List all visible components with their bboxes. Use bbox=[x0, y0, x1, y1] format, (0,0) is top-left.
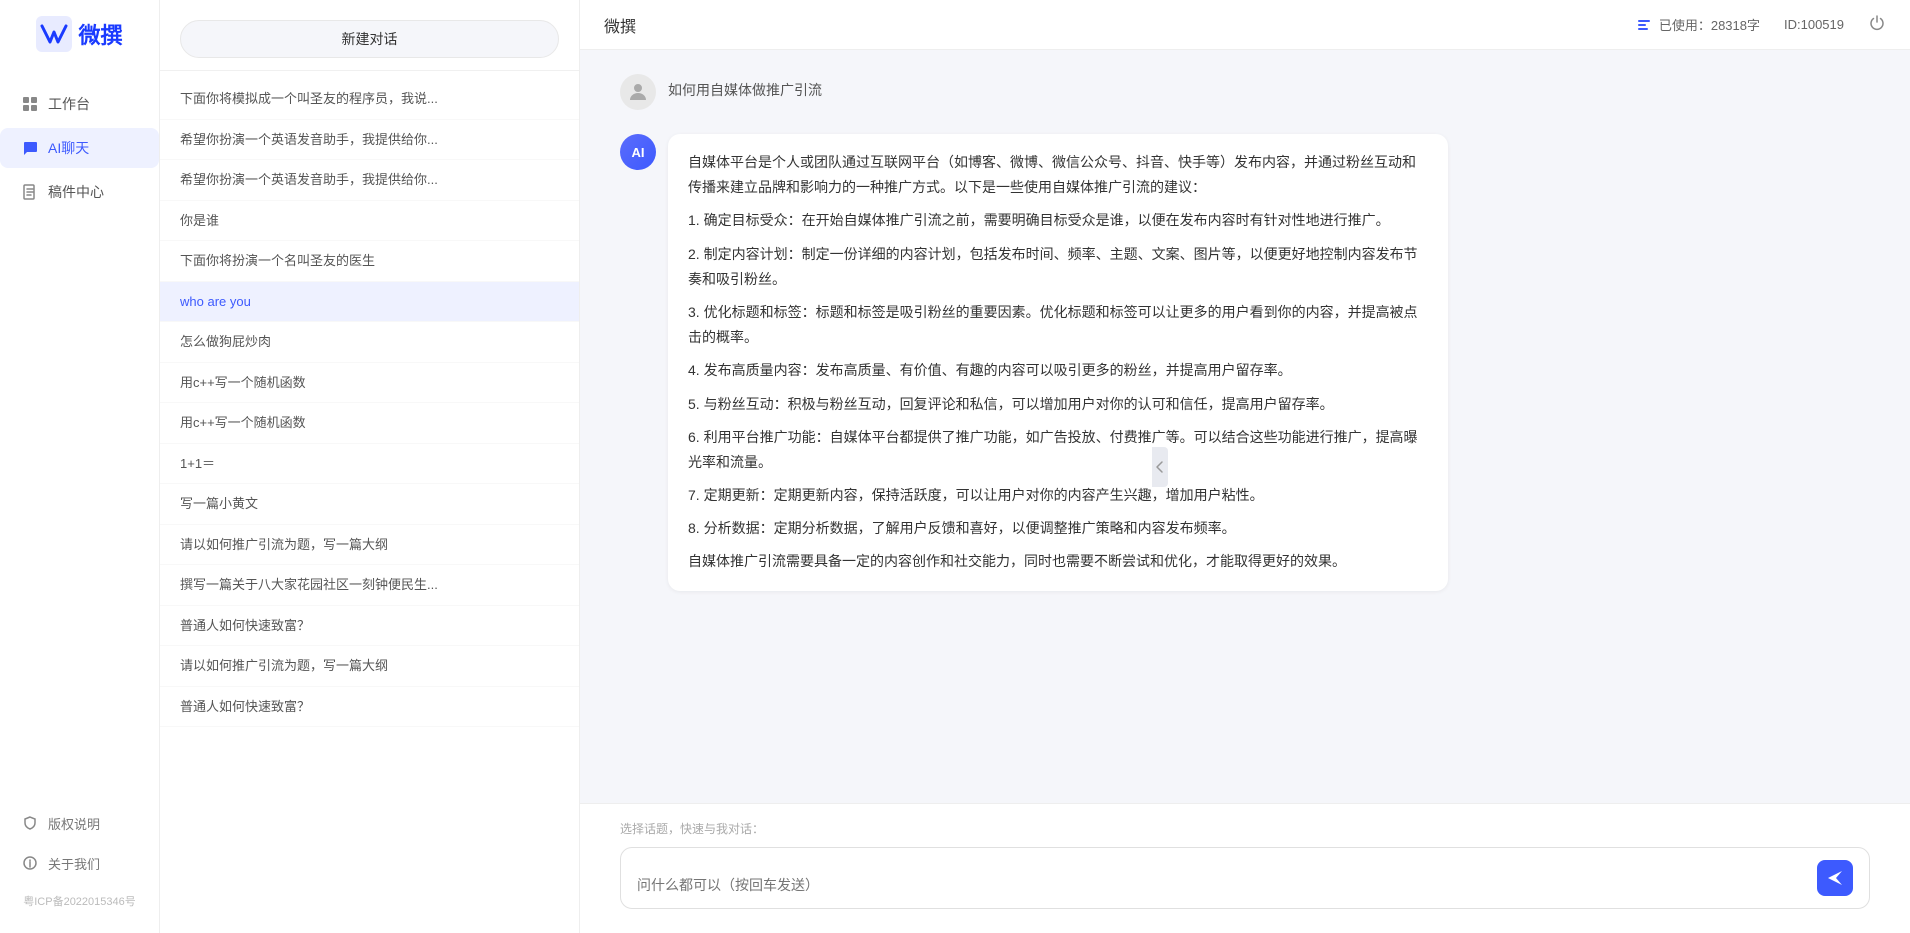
ai-para-4: 4. 发布高质量内容：发布高质量、有价值、有趣的内容可以吸引更多的粉丝，并提高用… bbox=[688, 358, 1428, 383]
ai-para-0: 自媒体平台是个人或团队通过互联网平台（如博客、微博、微信公众号、抖音、快手等）发… bbox=[688, 150, 1428, 200]
info-icon bbox=[20, 853, 40, 873]
grid-icon bbox=[20, 94, 40, 114]
ai-para-7: 7. 定期更新：定期更新内容，保持活跃度，可以让用户对你的内容产生兴趣，增加用户… bbox=[688, 483, 1428, 508]
copyright-item[interactable]: 版权说明 bbox=[8, 805, 151, 841]
sidebar: 微撰 工作台 AI聊天 bbox=[0, 0, 160, 933]
top-bar: 微撰 已使用：28318字 ID:100519 bbox=[580, 0, 1910, 50]
sidebar-footer: 版权说明 关于我们 粤ICP备2022015346号 bbox=[0, 805, 159, 917]
copyright-label: 版权说明 bbox=[48, 814, 100, 833]
ai-para-8: 8. 分析数据：定期分析数据，了解用户反馈和喜好，以便调整推广策略和内容发布频率… bbox=[688, 516, 1428, 541]
sidebar-item-drafts[interactable]: 稿件中心 bbox=[0, 172, 159, 212]
ai-avatar: AI bbox=[620, 134, 656, 170]
ai-para-3: 3. 优化标题和标签：标题和标签是吸引粉丝的重要因素。优化标题和标签可以让更多的… bbox=[688, 300, 1428, 350]
sidebar-item-drafts-label: 稿件中心 bbox=[48, 182, 104, 202]
ai-para-9: 自媒体推广引流需要具备一定的内容创作和社交能力，同时也需要不断尝试和优化，才能取… bbox=[688, 549, 1428, 574]
send-button[interactable] bbox=[1817, 860, 1853, 896]
sidebar-item-aichat[interactable]: AI聊天 bbox=[0, 128, 159, 168]
user-id-text: ID:100519 bbox=[1784, 17, 1844, 32]
ai-para-5: 5. 与粉丝互动：积极与粉丝互动，回复评论和私信，可以增加用户对你的认可和信任，… bbox=[688, 392, 1428, 417]
chat-messages: 如何用自媒体做推广引流 AI 自媒体平台是个人或团队通过互联网平台（如博客、微博… bbox=[580, 50, 1910, 803]
sidebar-item-aichat-label: AI聊天 bbox=[48, 138, 89, 158]
sidebar-item-workbench-label: 工作台 bbox=[48, 94, 90, 114]
text-count-icon bbox=[1635, 16, 1653, 34]
list-item[interactable]: 下面你将扮演一个名叫圣友的医生 bbox=[160, 241, 579, 282]
user-avatar bbox=[620, 74, 656, 110]
nav-items: 工作台 AI聊天 稿件中心 bbox=[0, 84, 159, 212]
list-item[interactable]: 1+1＝ bbox=[160, 444, 579, 485]
main-area: 微撰 已使用：28318字 ID:100519 bbox=[580, 0, 1910, 933]
user-message-text: 如何用自媒体做推广引流 bbox=[668, 74, 822, 110]
ai-para-2: 2. 制定内容计划：制定一份详细的内容计划，包括发布时间、频率、主题、文案、图片… bbox=[688, 242, 1428, 292]
power-icon[interactable] bbox=[1868, 14, 1886, 35]
sidebar-item-workbench[interactable]: 工作台 bbox=[0, 84, 159, 124]
input-area: 选择话题，快速与我对话： bbox=[580, 803, 1910, 933]
middle-panel: 新建对话 下面你将模拟成一个叫圣友的程序员，我说... 希望你扮演一个英语发音助… bbox=[160, 0, 580, 933]
list-item[interactable]: 希望你扮演一个英语发音助手，我提供给你... bbox=[160, 160, 579, 201]
list-item[interactable]: 希望你扮演一个英语发音助手，我提供给你... bbox=[160, 120, 579, 161]
ai-message: AI 自媒体平台是个人或团队通过互联网平台（如博客、微博、微信公众号、抖音、快手… bbox=[620, 134, 1870, 591]
ai-message-bubble: 自媒体平台是个人或团队通过互联网平台（如博客、微博、微信公众号、抖音、快手等）发… bbox=[668, 134, 1448, 591]
list-item[interactable]: 怎么做狗屁炒肉 bbox=[160, 322, 579, 363]
about-item[interactable]: 关于我们 bbox=[8, 845, 151, 881]
chat-icon bbox=[20, 138, 40, 158]
usage-info: 已使用：28318字 bbox=[1635, 15, 1760, 34]
usage-text: 已使用：28318字 bbox=[1659, 15, 1760, 34]
user-message: 如何用自媒体做推广引流 bbox=[620, 74, 1870, 110]
list-item[interactable]: 撰写一篇关于八大家花园社区一刻钟便民生... bbox=[160, 565, 579, 606]
ai-para-1: 1. 确定目标受众：在开始自媒体推广引流之前，需要明确目标受众是谁，以便在发布内… bbox=[688, 208, 1428, 233]
quick-topics-label: 选择话题，快速与我对话： bbox=[620, 820, 1870, 837]
list-item[interactable]: 用c++写一个随机函数 bbox=[160, 403, 579, 444]
list-item[interactable]: 请以如何推广引流为题，写一篇大纲 bbox=[160, 525, 579, 566]
list-item[interactable]: 下面你将模拟成一个叫圣友的程序员，我说... bbox=[160, 79, 579, 120]
new-chat-button[interactable]: 新建对话 bbox=[180, 20, 559, 58]
icp-text: 粤ICP备2022015346号 bbox=[8, 885, 151, 917]
file-icon bbox=[20, 182, 40, 202]
logo: 微撰 bbox=[36, 16, 122, 52]
list-item[interactable]: 你是谁 bbox=[160, 201, 579, 242]
shield-icon bbox=[20, 813, 40, 833]
input-box bbox=[620, 847, 1870, 909]
list-item[interactable]: 普通人如何快速致富？ bbox=[160, 606, 579, 647]
logo-text: 微撰 bbox=[78, 18, 122, 50]
list-item[interactable]: 普通人如何快速致富？ bbox=[160, 687, 579, 728]
collapse-panel-button[interactable] bbox=[1152, 447, 1168, 487]
logo-icon bbox=[36, 16, 72, 52]
chat-list: 下面你将模拟成一个叫圣友的程序员，我说... 希望你扮演一个英语发音助手，我提供… bbox=[160, 71, 579, 933]
middle-header: 新建对话 bbox=[160, 0, 579, 71]
about-label: 关于我们 bbox=[48, 854, 100, 873]
ai-para-6: 6. 利用平台推广功能：自媒体平台都提供了推广功能，如广告投放、付费推广等。可以… bbox=[688, 425, 1428, 475]
list-item-active[interactable]: who are you bbox=[160, 282, 579, 323]
topbar-right: 已使用：28318字 ID:100519 bbox=[1635, 14, 1886, 35]
list-item[interactable]: 用c++写一个随机函数 bbox=[160, 363, 579, 404]
list-item[interactable]: 请以如何推广引流为题，写一篇大纲 bbox=[160, 646, 579, 687]
topbar-title: 微撰 bbox=[604, 13, 636, 37]
send-icon bbox=[1826, 869, 1844, 887]
chat-input[interactable] bbox=[637, 875, 1807, 896]
list-item[interactable]: 写一篇小黄文 bbox=[160, 484, 579, 525]
